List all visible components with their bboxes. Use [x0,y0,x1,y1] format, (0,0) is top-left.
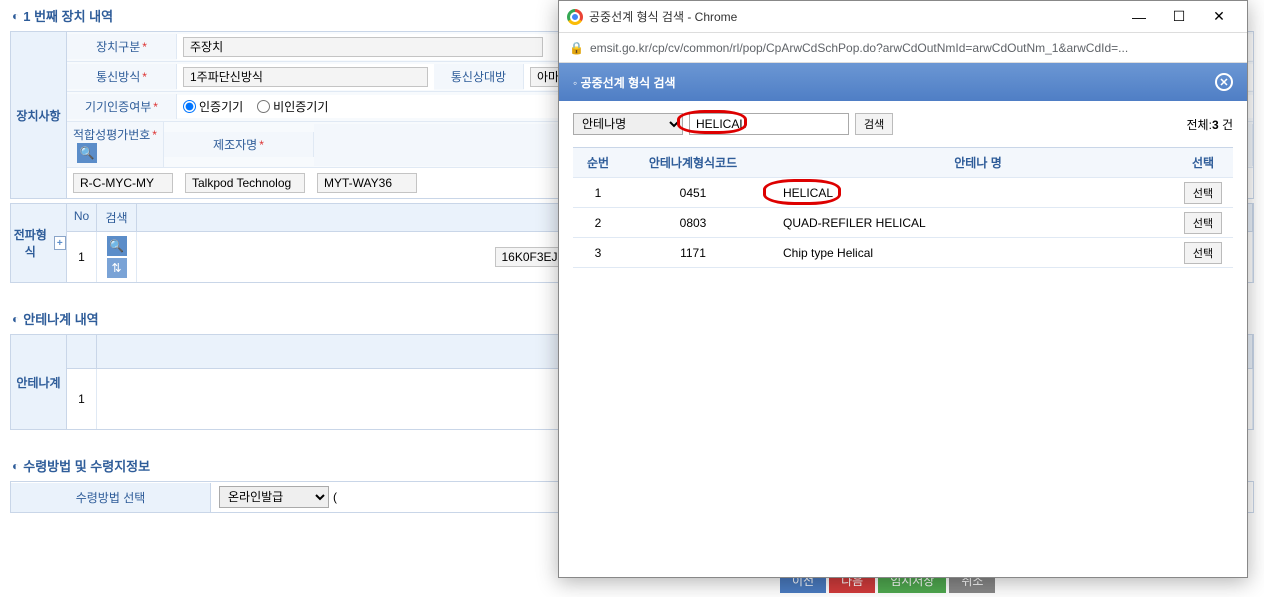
popup-close-icon[interactable]: ✕ [1215,73,1233,91]
result-col-code: 안테나계형식코드 [623,154,763,171]
select-button[interactable]: 선택 [1184,212,1222,234]
mfr-label: 제조자명* [164,132,314,157]
bullet-icon: ◐ [12,312,19,326]
result-table: 순번 안테나계형식코드 안테나 명 선택 1 0451 HELICAL 선택 2… [573,147,1233,268]
delivery-title-text: 수령방법 및 수령지정보 [23,456,150,475]
row-no: 3 [573,246,623,260]
mfr-input[interactable] [185,173,305,193]
delivery-method-select[interactable]: 온라인발급 [219,486,329,508]
cert-yn-label: 기기인증여부* [67,94,177,119]
row-no: 1 [573,186,623,200]
result-col-no: 순번 [573,154,623,171]
wave-col-search: 검색 [97,204,137,231]
conform-no-label: 적합성평가번호* 🔍 [67,122,164,167]
total-count: 전체:3 건 [1187,116,1233,133]
antenna-title-text: 안테나계 내역 [23,309,98,328]
row-code: 0803 [623,216,763,230]
row-name: Chip type Helical [763,246,1173,260]
row-name: HELICAL [763,186,1173,200]
delivery-method-label: 수령방법 선택 [11,483,211,512]
comm-method-label: 통신방식* [67,64,177,89]
wave-search-button[interactable]: 🔍 [107,236,127,256]
search-type-select[interactable]: 안테나명 [573,113,683,135]
model-input[interactable] [317,173,417,193]
minimize-button[interactable]: — [1119,3,1159,31]
device-spec-label: 장치사항 [11,32,67,198]
conform-search-button[interactable]: 🔍 [77,143,97,163]
cert-no-radio[interactable]: 비인증기기 [257,98,328,115]
select-button[interactable]: 선택 [1184,182,1222,204]
antenna-side-label: 안테나계 [11,335,67,429]
popup-url-bar: 🔒 emsit.go.kr/cp/cv/common/rl/pop/CpArwC… [559,33,1247,63]
wave-row-no: 1 [67,232,97,282]
popup-window-title: 공중선계 형식 검색 - Chrome [589,8,1113,25]
close-button[interactable]: ✕ [1199,3,1239,31]
chrome-icon [567,9,583,25]
search-popup: 공중선계 형식 검색 - Chrome — ☐ ✕ 🔒 emsit.go.kr/… [558,0,1248,578]
section-title-text: 1 번째 장치 내역 [23,6,113,25]
ant-col-no [67,335,97,368]
lock-icon: 🔒 [569,41,584,55]
wave-side-label: 전파형식 + [11,204,67,282]
popup-titlebar: 공중선계 형식 검색 - Chrome — ☐ ✕ [559,1,1247,33]
comm-partner-label: 통신상대방 [434,64,524,89]
expand-icon[interactable]: + [54,236,66,250]
result-row: 1 0451 HELICAL 선택 [573,178,1233,208]
row-name: QUAD-REFILER HELICAL [763,216,1173,230]
result-col-name: 안테나 명 [763,154,1173,171]
wave-swap-button[interactable]: ⇅ [107,258,127,278]
ant-row-no: 1 [67,369,97,429]
maximize-button[interactable]: ☐ [1159,3,1199,31]
bullet-icon: ◐ [12,459,19,473]
url-text: emsit.go.kr/cp/cv/common/rl/pop/CpArwCdS… [590,41,1128,55]
row-no: 2 [573,216,623,230]
search-input[interactable] [689,113,849,135]
popup-banner-text: 공중선계 형식 검색 [581,76,676,90]
popup-search-bar: 안테나명 검색 전체:3 건 [559,101,1247,147]
result-col-sel: 선택 [1173,154,1233,171]
device-type-input[interactable] [183,37,543,57]
wave-col-no: No [67,204,97,231]
comm-method-input[interactable] [183,67,428,87]
cert-yes-radio[interactable]: 인증기기 [183,98,243,115]
search-button[interactable]: 검색 [855,113,893,135]
result-row: 2 0803 QUAD-REFILER HELICAL 선택 [573,208,1233,238]
row-code: 0451 [623,186,763,200]
paren-text: ( [333,490,337,504]
result-row: 3 1171 Chip type Helical 선택 [573,238,1233,268]
popup-banner: ◦ 공중선계 형식 검색 ✕ [559,63,1247,101]
bullet-icon: ◐ [12,9,19,23]
device-type-label: 장치구분* [67,34,177,59]
row-code: 1171 [623,246,763,260]
conform-no-input[interactable] [73,173,173,193]
select-button[interactable]: 선택 [1184,242,1222,264]
